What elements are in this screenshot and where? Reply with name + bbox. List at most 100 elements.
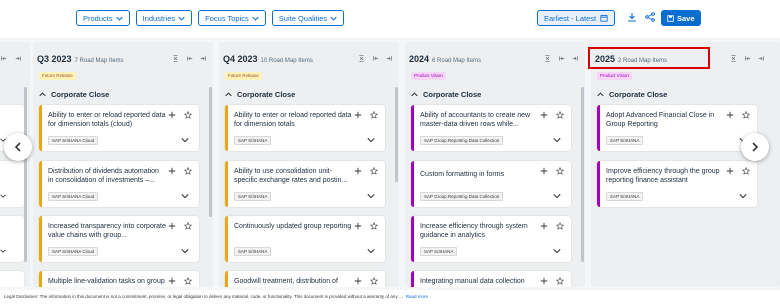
- move-right-icon[interactable]: [200, 55, 207, 62]
- roadmap-card[interactable]: Ability to enter or reload reported data…: [225, 105, 385, 151]
- add-icon[interactable]: [726, 167, 734, 175]
- collapse-column-icon[interactable]: [544, 55, 551, 62]
- favorite-star-icon[interactable]: [370, 222, 378, 230]
- add-icon[interactable]: [540, 277, 548, 285]
- move-left-icon[interactable]: [372, 55, 379, 62]
- roadmap-card[interactable]: Distribution of dividends automation in …: [39, 161, 199, 207]
- column-scrollbar[interactable]: [581, 87, 584, 262]
- roadmap-card[interactable]: Ability to use consolidation unit-specif…: [225, 161, 385, 207]
- favorite-star-icon[interactable]: [370, 277, 378, 285]
- chevron-down-icon[interactable]: [367, 136, 375, 144]
- favorite-star-icon[interactable]: [184, 277, 192, 285]
- roadmap-card[interactable]: Ability of accountants to create new mas…: [411, 105, 571, 151]
- add-icon[interactable]: [354, 111, 362, 119]
- add-icon[interactable]: [540, 222, 548, 230]
- move-left-icon[interactable]: [186, 55, 193, 62]
- add-icon[interactable]: [726, 111, 734, 119]
- chevron-down-icon[interactable]: [553, 247, 561, 255]
- chevron-down-icon[interactable]: [367, 192, 375, 200]
- chevron-up-icon: [411, 92, 418, 97]
- collapse-column-icon[interactable]: [358, 55, 365, 62]
- collapse-column-icon[interactable]: [172, 55, 179, 62]
- favorite-star-icon[interactable]: [556, 277, 564, 285]
- move-right-icon[interactable]: [758, 55, 765, 62]
- add-icon[interactable]: [168, 222, 176, 230]
- chevron-down-icon: [330, 16, 337, 21]
- move-right-icon[interactable]: [386, 55, 393, 62]
- roadmap-card[interactable]: Custom formatting in forms SAP Group Rep…: [411, 161, 571, 207]
- favorite-star-icon[interactable]: [556, 167, 564, 175]
- add-icon[interactable]: [540, 111, 548, 119]
- favorite-star-icon[interactable]: [370, 167, 378, 175]
- industries-filter-button[interactable]: Industries: [135, 10, 193, 26]
- add-icon[interactable]: [168, 111, 176, 119]
- favorite-star-icon[interactable]: [742, 167, 750, 175]
- card-title: Ability to enter or reload reported data…: [48, 112, 166, 128]
- add-icon[interactable]: [168, 277, 176, 285]
- favorite-star-icon[interactable]: [370, 111, 378, 119]
- scroll-right-button[interactable]: [741, 133, 769, 161]
- roadmap-card[interactable]: Adopt Advanced Financial Close in Group …: [597, 105, 757, 151]
- chevron-down-icon[interactable]: [553, 136, 561, 144]
- collapse-column-icon[interactable]: [730, 55, 737, 62]
- add-icon[interactable]: [354, 222, 362, 230]
- roadmap-card[interactable]: Integrating manual data collection with …: [411, 271, 571, 287]
- roadmap-card[interactable]: Increased transparency into corporate va…: [39, 216, 199, 262]
- favorite-star-icon[interactable]: [556, 111, 564, 119]
- roadmap-card[interactable]: Goodwill treatment, distribution of divi…: [225, 271, 385, 287]
- favorite-star-icon[interactable]: [184, 111, 192, 119]
- favorite-star-icon[interactable]: [184, 167, 192, 175]
- favorite-star-icon[interactable]: [556, 222, 564, 230]
- share-icon[interactable]: [645, 12, 655, 22]
- roadmap-card[interactable]: Increase efficiency through system guida…: [411, 216, 571, 262]
- column-scrollbar[interactable]: [24, 87, 27, 262]
- column-count: 7 Road Map Items: [74, 58, 124, 64]
- chevron-down-icon[interactable]: [367, 247, 375, 255]
- roadmap-card[interactable]: Continuously updated group reporting SAP…: [225, 216, 385, 262]
- favorite-star-icon[interactable]: [742, 111, 750, 119]
- add-icon[interactable]: [354, 167, 362, 175]
- add-icon[interactable]: [354, 277, 362, 285]
- product-chip: SAP Group Reporting Data Collection: [420, 192, 504, 201]
- collapse-left-icon[interactable]: [0, 55, 7, 62]
- roadmap-column-2024: 2024 6 Road Map Items Product Vision Corp…: [405, 42, 585, 287]
- section-header[interactable]: Corporate Close: [597, 90, 667, 99]
- roadmap-column-q3-2023: Q3 2023 7 Road Map Items Future Release C…: [33, 42, 213, 287]
- section-header[interactable]: Corporate Close: [411, 90, 481, 99]
- filter-label: Suite Qualities: [278, 13, 328, 23]
- add-icon[interactable]: [168, 167, 176, 175]
- column-scrollbar[interactable]: [209, 87, 212, 217]
- add-icon[interactable]: [540, 167, 548, 175]
- chevron-down-icon[interactable]: [181, 192, 189, 200]
- section-header[interactable]: Corporate Close: [225, 90, 295, 99]
- chevron-down-icon[interactable]: [181, 136, 189, 144]
- download-icon[interactable]: [627, 12, 637, 22]
- read-more-link[interactable]: Read more: [406, 294, 428, 299]
- suite-qualities-filter-button[interactable]: Suite Qualities: [271, 10, 345, 26]
- scroll-left-button[interactable]: [4, 133, 32, 161]
- column-scrollbar[interactable]: [395, 87, 398, 182]
- move-left-icon[interactable]: [558, 55, 565, 62]
- move-left-icon[interactable]: [744, 55, 751, 62]
- chevron-up-icon: [225, 92, 232, 97]
- chevron-down-icon: [178, 16, 185, 21]
- sort-order-button[interactable]: Earliest - Latest: [537, 10, 616, 26]
- chevron-down-icon[interactable]: [0, 193, 6, 199]
- save-button[interactable]: Save: [661, 10, 701, 26]
- section-header[interactable]: Corporate Close: [39, 90, 109, 99]
- chevron-down-icon[interactable]: [181, 247, 189, 255]
- focus-topics-filter-button[interactable]: Focus Topics: [198, 10, 266, 26]
- roadmap-card[interactable]: Multiple line-validation tasks on group …: [39, 271, 199, 287]
- roadmap-card[interactable]: Improve efficiency through the group rep…: [597, 161, 757, 207]
- favorite-star-icon[interactable]: [184, 222, 192, 230]
- roadmap-card[interactable]: Ability to enter or reload reported data…: [39, 105, 199, 151]
- move-right-icon[interactable]: [572, 55, 579, 62]
- chevron-down-icon[interactable]: [0, 248, 6, 254]
- products-filter-button[interactable]: Products: [76, 10, 130, 26]
- column-title: Q3 2023: [37, 54, 72, 64]
- chevron-down-icon[interactable]: [739, 192, 747, 200]
- sort-label: Earliest - Latest: [544, 13, 597, 23]
- product-chip: SAP S/4HANA Cloud: [48, 247, 99, 256]
- chevron-down-icon[interactable]: [553, 192, 561, 200]
- move-right-icon[interactable]: [15, 55, 22, 62]
